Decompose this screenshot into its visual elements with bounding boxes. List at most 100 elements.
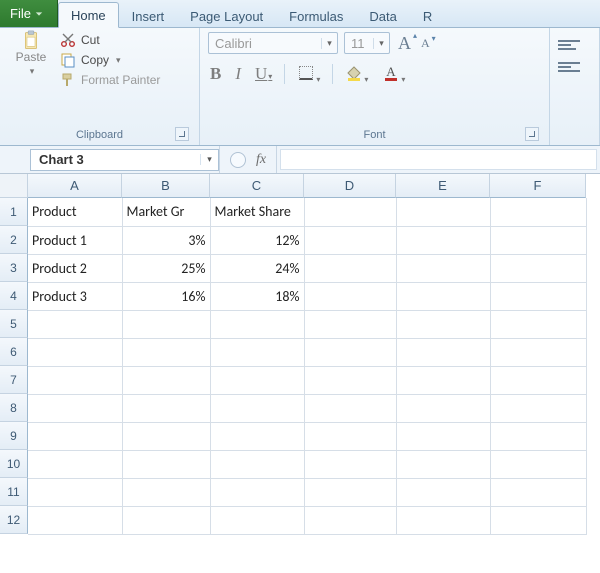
cell[interactable] (122, 366, 210, 394)
fill-color-button[interactable]: ▾ (343, 64, 370, 84)
row-header[interactable]: 3 (0, 254, 28, 282)
select-all-corner[interactable] (0, 174, 28, 198)
fx-icon[interactable]: fx (256, 152, 266, 168)
paste-button[interactable]: Paste ▾ (8, 32, 54, 77)
cell[interactable] (396, 198, 490, 226)
cell[interactable] (304, 506, 396, 534)
cell[interactable]: 12% (210, 226, 304, 254)
cell[interactable] (304, 282, 396, 310)
row-header[interactable]: 11 (0, 478, 28, 506)
cell[interactable] (304, 450, 396, 478)
cell[interactable] (396, 394, 490, 422)
tab-page-layout[interactable]: Page Layout (177, 3, 276, 28)
cell[interactable]: Product (28, 198, 122, 226)
cell[interactable] (490, 506, 586, 534)
copy-button[interactable]: Copy ▾ (60, 52, 160, 68)
cell[interactable] (122, 478, 210, 506)
cell[interactable] (210, 506, 304, 534)
cell[interactable] (490, 226, 586, 254)
cell[interactable] (490, 338, 586, 366)
grow-font-button[interactable]: A▴ (396, 33, 413, 54)
align-left-button[interactable] (558, 62, 580, 72)
name-box[interactable]: Chart 3 ▾ (30, 149, 219, 171)
cell[interactable] (396, 282, 490, 310)
tab-insert[interactable]: Insert (119, 3, 178, 28)
cell[interactable] (396, 506, 490, 534)
cell[interactable] (490, 478, 586, 506)
row-header[interactable]: 5 (0, 310, 28, 338)
italic-button[interactable]: I (233, 64, 243, 84)
cell[interactable] (396, 226, 490, 254)
row-header[interactable]: 1 (0, 198, 28, 226)
row-header[interactable]: 9 (0, 422, 28, 450)
cell[interactable] (210, 310, 304, 338)
row-header[interactable]: 6 (0, 338, 28, 366)
cell[interactable]: Market Share (210, 198, 304, 226)
formula-input[interactable] (280, 149, 597, 170)
cell[interactable] (304, 394, 396, 422)
row-header[interactable]: 4 (0, 282, 28, 310)
row-header[interactable]: 7 (0, 366, 28, 394)
cell[interactable] (490, 282, 586, 310)
cell[interactable]: 16% (122, 282, 210, 310)
bold-button[interactable]: B (208, 64, 223, 84)
cell[interactable] (396, 310, 490, 338)
cancel-formula-icon[interactable] (230, 152, 246, 168)
cell[interactable]: 24% (210, 254, 304, 282)
cell[interactable] (210, 478, 304, 506)
cell[interactable] (28, 506, 122, 534)
cell[interactable] (490, 422, 586, 450)
cell[interactable] (304, 198, 396, 226)
cell[interactable] (304, 310, 396, 338)
cell[interactable] (490, 310, 586, 338)
font-size-combo[interactable]: 11 ▾ (344, 32, 390, 54)
col-header[interactable]: F (490, 174, 586, 198)
font-family-combo[interactable]: Calibri ▾ (208, 32, 338, 54)
row-header[interactable]: 12 (0, 506, 28, 534)
cell[interactable] (28, 422, 122, 450)
cell[interactable] (210, 450, 304, 478)
col-header[interactable]: C (210, 174, 304, 198)
cell[interactable]: Product 3 (28, 282, 122, 310)
cell[interactable] (210, 366, 304, 394)
cell[interactable] (304, 478, 396, 506)
tab-home[interactable]: Home (58, 2, 119, 28)
cell[interactable] (122, 422, 210, 450)
tab-review-partial[interactable]: R (410, 3, 445, 28)
cell[interactable] (304, 366, 396, 394)
font-color-button[interactable]: A ▾ (380, 64, 407, 84)
cell[interactable] (122, 450, 210, 478)
cell[interactable] (396, 254, 490, 282)
align-top-button[interactable] (558, 40, 580, 50)
cell[interactable]: 3% (122, 226, 210, 254)
cell[interactable] (122, 310, 210, 338)
cell[interactable] (122, 394, 210, 422)
cell[interactable] (490, 254, 586, 282)
cell[interactable]: Product 1 (28, 226, 122, 254)
cell[interactable] (28, 394, 122, 422)
cell[interactable]: Product 2 (28, 254, 122, 282)
col-header[interactable]: A (28, 174, 122, 198)
borders-button[interactable]: ▾ (295, 64, 322, 84)
cell[interactable] (28, 338, 122, 366)
cell[interactable] (490, 366, 586, 394)
cell[interactable] (396, 478, 490, 506)
cut-button[interactable]: Cut (60, 32, 160, 48)
tab-formulas[interactable]: Formulas (276, 3, 356, 28)
cell[interactable] (28, 450, 122, 478)
cell[interactable] (490, 198, 586, 226)
col-header[interactable]: D (304, 174, 396, 198)
underline-button[interactable]: U▾ (253, 64, 274, 84)
cell[interactable] (28, 310, 122, 338)
shrink-font-button[interactable]: A▾ (419, 36, 432, 51)
col-header[interactable]: E (396, 174, 490, 198)
tab-data[interactable]: Data (356, 3, 409, 28)
cell[interactable] (210, 422, 304, 450)
cell[interactable]: 18% (210, 282, 304, 310)
cell[interactable] (490, 450, 586, 478)
cell[interactable] (304, 254, 396, 282)
clipboard-dialog-launcher[interactable] (175, 127, 189, 141)
cell[interactable] (122, 506, 210, 534)
cell[interactable] (396, 450, 490, 478)
col-header[interactable]: B (122, 174, 210, 198)
